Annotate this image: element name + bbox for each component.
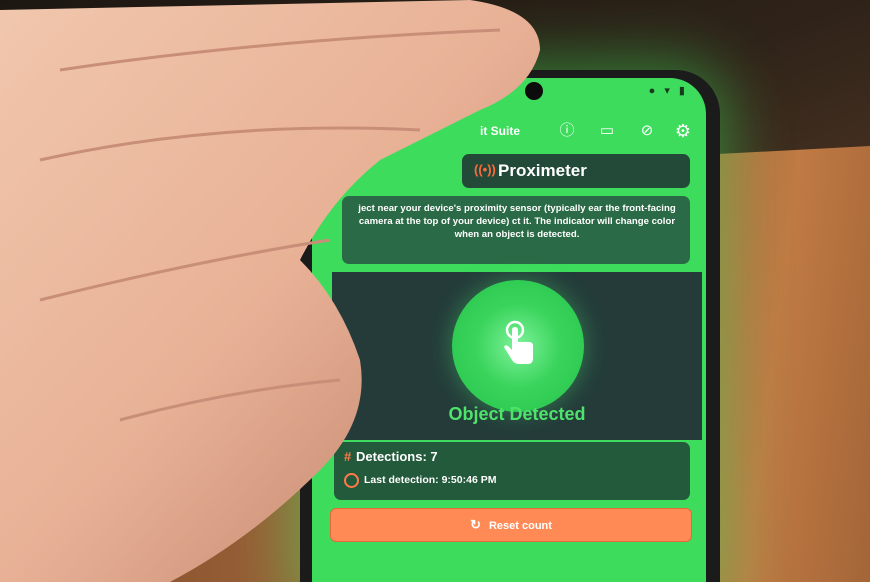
detections-count: Detections: 7 <box>356 449 438 464</box>
proximity-indicator <box>452 280 584 412</box>
gear-icon[interactable]: ⚙ <box>674 122 692 140</box>
stats-card: # Detections: 7 Last detection: 9:50:46 … <box>334 442 690 500</box>
reset-count-button[interactable]: ↻ Reset count <box>330 508 692 542</box>
app-bar: it Suite ⓘ ▭ ⊘ ⚙ <box>312 114 706 150</box>
signal-wave-icon: ((•)) <box>474 162 496 177</box>
no-sign-icon[interactable]: ⊘ <box>638 122 656 140</box>
page-header: ((•)) Proximeter <box>462 154 690 188</box>
last-detection-time: Last detection: 9:50:46 PM <box>364 474 497 486</box>
proximity-indicator-panel: Object Detected <box>332 272 702 440</box>
touch-hand-icon <box>504 320 533 364</box>
photo-background: ● ▾ ▮ it Suite ⓘ ▭ ⊘ ⚙ ((•)) Proximeter … <box>0 0 870 582</box>
detection-status: Object Detected <box>448 404 586 424</box>
refresh-icon: ↻ <box>470 517 481 532</box>
reset-count-label: Reset count <box>488 520 552 532</box>
wooden-desk-left <box>0 330 330 582</box>
page-title: Proximeter <box>498 161 587 180</box>
info-icon[interactable]: ⓘ <box>558 122 576 140</box>
clock-icon <box>344 473 359 488</box>
instructions-text: ject near your device's proximity sensor… <box>358 203 676 241</box>
phone-screen: ● ▾ ▮ it Suite ⓘ ▭ ⊘ ⚙ ((•)) Proximeter … <box>312 78 706 582</box>
front-camera <box>525 82 543 100</box>
hash-icon: # <box>344 449 352 464</box>
folder-icon[interactable]: ▭ <box>598 122 616 140</box>
instructions-card: ject near your device's proximity sensor… <box>342 196 690 264</box>
status-bar-icons: ● ▾ ▮ <box>648 85 688 97</box>
app-title: it Suite <box>480 124 521 138</box>
